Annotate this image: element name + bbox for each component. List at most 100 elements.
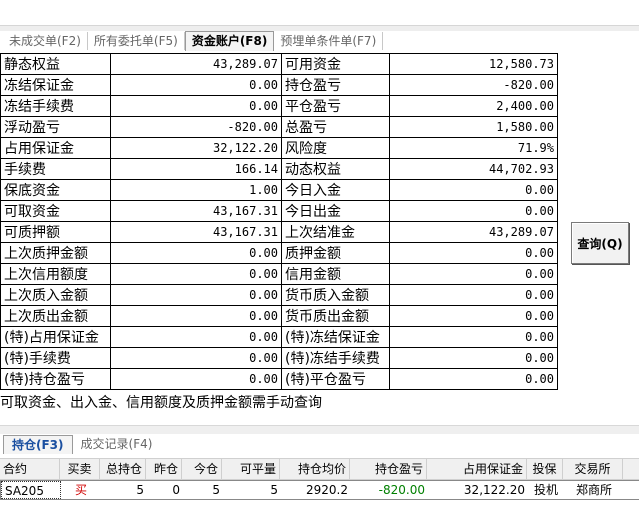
account-label: 保底资金	[0, 179, 111, 201]
cell-yesterday: 0	[172, 483, 180, 497]
manual-query-note: 可取资金、出入金、信用额度及质押金额需手动查询	[0, 395, 322, 411]
account-value: 0.00	[389, 284, 558, 306]
account-value: 71.9%	[389, 137, 558, 159]
col-exchange[interactable]: 交易所	[563, 459, 623, 479]
account-row: 上次信用额度 0.00 信用金额 0.00	[0, 263, 558, 285]
account-value: 12,580.73	[389, 53, 558, 75]
col-hedge[interactable]: 投保	[527, 459, 563, 479]
table-row[interactable]: SA205 买 5 0 5 5 2920.2 -820.00 32,122.20…	[0, 480, 639, 500]
col-today[interactable]: 今仓	[182, 459, 222, 479]
account-value: 1.00	[110, 179, 282, 201]
account-label: 今日出金	[281, 200, 390, 222]
account-label: 可质押额	[0, 221, 111, 243]
tab-trade-records[interactable]: 成交记录(F4)	[73, 435, 161, 453]
account-value: 2,400.00	[389, 95, 558, 117]
col-side[interactable]: 买卖	[60, 459, 100, 479]
account-row: 冻结保证金 0.00 持仓盈亏 -820.00	[0, 74, 558, 96]
col-total[interactable]: 总持仓	[100, 459, 146, 479]
account-value: 32,122.20	[110, 137, 282, 159]
account-label: 可用资金	[281, 53, 390, 75]
col-margin[interactable]: 占用保证金	[427, 459, 527, 479]
cell-side: 买	[74, 483, 87, 497]
tab-all-orders[interactable]: 所有委托单(F5)	[88, 32, 185, 50]
top-bar	[0, 0, 639, 26]
account-value: 1,580.00	[389, 116, 558, 138]
account-value: 166.14	[110, 158, 282, 180]
account-value: 0.00	[389, 200, 558, 222]
col-closable[interactable]: 可平量	[222, 459, 280, 479]
account-row: 占用保证金 32,122.20 风险度 71.9%	[0, 137, 558, 159]
tab-fund-account[interactable]: 资金账户(F8)	[184, 31, 275, 51]
tab-conditional-orders[interactable]: 预埋单条件单(F7)	[274, 32, 384, 50]
account-value: -820.00	[389, 74, 558, 96]
cell-margin: 32,122.20	[463, 483, 525, 497]
cell-exchange: 郑商所	[575, 483, 612, 497]
account-label: (特)持仓盈亏	[0, 368, 111, 390]
account-value: 0.00	[389, 368, 558, 390]
account-value: 0.00	[389, 347, 558, 369]
account-label: 质押金额	[281, 242, 390, 264]
account-label: 上次质入金额	[0, 284, 111, 306]
account-label: 总盈亏	[281, 116, 390, 138]
account-value: 43,167.31	[110, 200, 282, 222]
account-label: 上次结准金	[281, 221, 390, 243]
query-button[interactable]: 查询(Q)	[571, 222, 629, 264]
account-value: 0.00	[110, 263, 282, 285]
account-row: 上次质出金额 0.00 货币质出金额 0.00	[0, 305, 558, 327]
account-row: (特)持仓盈亏 0.00 (特)平仓盈亏 0.00	[0, 368, 558, 390]
account-label: 动态权益	[281, 158, 390, 180]
account-label: (特)平仓盈亏	[281, 368, 390, 390]
account-label: 冻结保证金	[0, 74, 111, 96]
account-value: -820.00	[110, 116, 282, 138]
positions-header: 合约 买卖 总持仓 昨仓 今仓 可平量 持仓均价 持仓盈亏 占用保证金 投保 交…	[0, 458, 639, 480]
col-yesterday[interactable]: 昨仓	[146, 459, 182, 479]
top-divider	[0, 25, 639, 31]
account-label: 平仓盈亏	[281, 95, 390, 117]
cell-hedge: 投机	[533, 483, 558, 497]
account-value: 43,289.07	[110, 53, 282, 75]
account-label: (特)占用保证金	[0, 326, 111, 348]
section-divider	[0, 425, 639, 434]
account-label: 上次信用额度	[0, 263, 111, 285]
account-label: (特)冻结保证金	[281, 326, 390, 348]
account-value: 0.00	[389, 326, 558, 348]
account-value: 0.00	[110, 347, 282, 369]
col-contract[interactable]: 合约	[0, 459, 60, 479]
bottom-tab-bar: 持仓(F3) 成交记录(F4)	[3, 435, 160, 455]
account-label: 上次质出金额	[0, 305, 111, 327]
account-label: 持仓盈亏	[281, 74, 390, 96]
account-value: 0.00	[110, 305, 282, 327]
cell-contract: SA205	[1, 481, 61, 499]
account-label: 手续费	[0, 158, 111, 180]
account-value: 43,289.07	[389, 221, 558, 243]
account-value: 0.00	[110, 95, 282, 117]
cell-total: 5	[136, 483, 144, 497]
account-label: 静态权益	[0, 53, 111, 75]
account-value: 0.00	[389, 242, 558, 264]
tab-positions[interactable]: 持仓(F3)	[3, 435, 73, 454]
account-label: (特)冻结手续费	[281, 347, 390, 369]
account-label: 冻结手续费	[0, 95, 111, 117]
account-value: 0.00	[110, 242, 282, 264]
account-value: 0.00	[389, 263, 558, 285]
account-row: 上次质入金额 0.00 货币质入金额 0.00	[0, 284, 558, 306]
account-row: 可质押额 43,167.31 上次结准金 43,289.07	[0, 221, 558, 243]
account-label: 占用保证金	[0, 137, 111, 159]
cell-closable: 5	[270, 483, 278, 497]
fund-account-table: 静态权益 43,289.07 可用资金 12,580.73 冻结保证金 0.00 持仓盈亏 -…	[0, 53, 558, 390]
account-label: 上次质押金额	[0, 242, 111, 264]
account-value: 0.00	[389, 179, 558, 201]
col-pnl[interactable]: 持仓盈亏	[350, 459, 427, 479]
account-row: (特)手续费 0.00 (特)冻结手续费 0.00	[0, 347, 558, 369]
account-row: (特)占用保证金 0.00 (特)冻结保证金 0.00	[0, 326, 558, 348]
account-label: 信用金额	[281, 263, 390, 285]
account-label: 风险度	[281, 137, 390, 159]
tab-unfilled-orders[interactable]: 未成交单(F2)	[3, 32, 88, 50]
account-row: 可取资金 43,167.31 今日出金 0.00	[0, 200, 558, 222]
cell-avg-price: 2920.2	[306, 483, 348, 497]
account-value: 0.00	[110, 326, 282, 348]
account-label: 浮动盈亏	[0, 116, 111, 138]
cell-today: 5	[212, 483, 220, 497]
account-value: 44,702.93	[389, 158, 558, 180]
col-avg-price[interactable]: 持仓均价	[280, 459, 350, 479]
